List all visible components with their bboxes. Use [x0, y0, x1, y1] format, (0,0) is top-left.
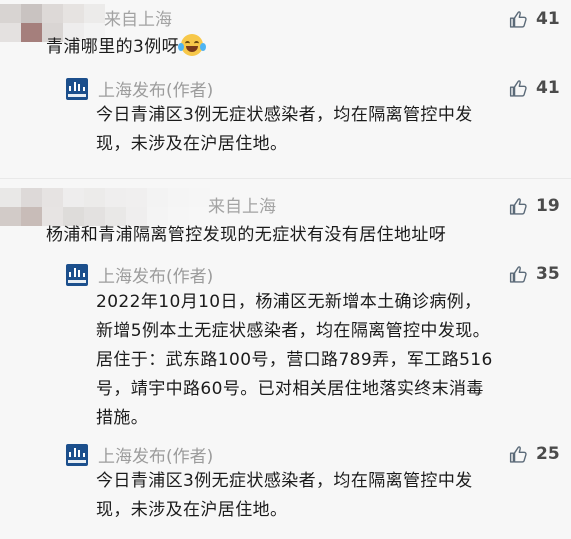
reply-line: 今日青浦区3例无症状感染者，均在隔离管控中发 [96, 471, 473, 491]
thumbs-up-icon [508, 444, 529, 465]
like-count: 25 [536, 444, 560, 464]
reply-author-name: 上海发布(作者) [98, 81, 214, 101]
commenter-region: 来自上海 [208, 197, 276, 217]
like-count: 41 [536, 78, 560, 98]
comment-text: 青浦哪里的3例呀 [46, 33, 207, 62]
like-button[interactable]: 41 [508, 76, 560, 100]
like-button[interactable]: 25 [508, 442, 560, 466]
comment-divider [0, 178, 571, 179]
thumbs-up-icon [508, 9, 529, 30]
reply-line: 2022年10月10日，杨浦区无新增本土确诊病例， [96, 292, 482, 312]
reply-line: 居住于：武东路100号，营口路789弄，军工路516 [96, 350, 493, 370]
reply-line: 现，未涉及在沪居住地。 [96, 134, 288, 154]
reply-text: 今日青浦区3例无症状感染者，均在隔离管控中发 现，未涉及在沪居住地。 [96, 101, 551, 159]
comment-text: 杨浦和青浦隔离管控发现的无症状有没有居住地址呀 [46, 225, 447, 245]
reply-text: 2022年10月10日，杨浦区无新增本土确诊病例， 新增5例本土无症状感染者，均… [96, 288, 551, 433]
reply-author-name: 上海发布(作者) [98, 267, 214, 287]
like-button[interactable]: 35 [508, 262, 560, 286]
reply-line: 措施。 [96, 408, 149, 428]
like-count: 35 [536, 264, 560, 284]
reply-author[interactable]: 上海发布(作者) [66, 262, 213, 287]
shanghai-release-logo [66, 443, 88, 466]
thumbs-up-icon [508, 196, 529, 217]
commenter-region: 来自上海 [104, 10, 172, 30]
comment-body: 青浦哪里的3例呀 [46, 37, 180, 57]
reply-text: 今日青浦区3例无症状感染者，均在隔离管控中发 现，未涉及在沪居住地。 [96, 467, 551, 525]
reply-author[interactable]: 上海发布(作者) [66, 442, 213, 467]
reply-author[interactable]: 上海发布(作者) [66, 76, 213, 101]
shanghai-release-logo [66, 263, 88, 286]
thumbs-up-icon [508, 78, 529, 99]
like-button[interactable]: 41 [508, 7, 560, 31]
like-count: 41 [536, 9, 560, 29]
reply-line: 号，靖宇中路60号。已对相关居住地落实终末消毒 [96, 379, 484, 399]
reply-author-name: 上海发布(作者) [98, 447, 214, 467]
thumbs-up-icon [508, 264, 529, 285]
shanghai-release-logo [66, 77, 88, 100]
reply-line: 现，未涉及在沪居住地。 [96, 500, 288, 520]
like-count: 19 [536, 196, 560, 216]
like-button[interactable]: 19 [508, 194, 560, 218]
grinning-sweat-emoji [178, 34, 207, 56]
reply-line: 今日青浦区3例无症状感染者，均在隔离管控中发 [96, 105, 473, 125]
reply-line: 新增5例本土无症状感染者，均在隔离管控中发现。 [96, 321, 491, 341]
